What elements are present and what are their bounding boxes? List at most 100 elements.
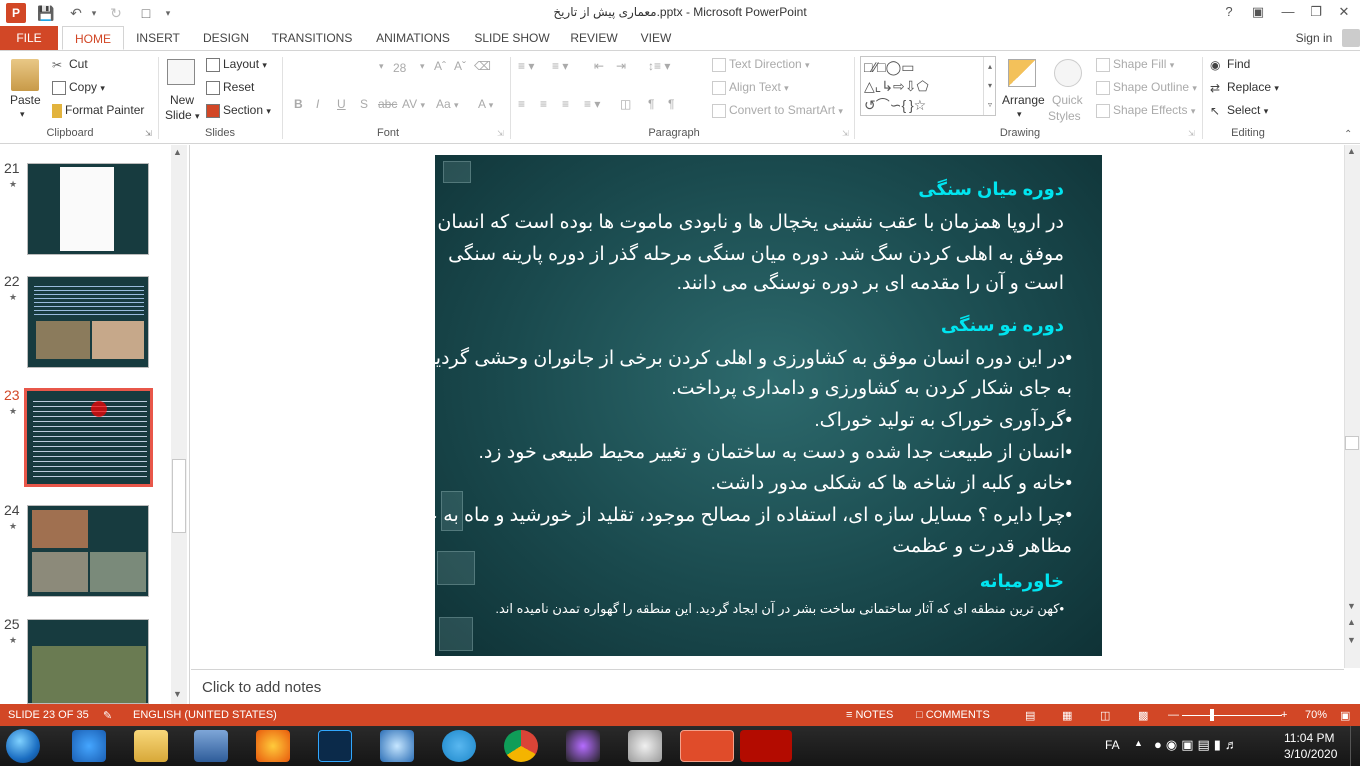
- help-button[interactable]: ?: [1217, 2, 1241, 22]
- numbering-icon[interactable]: ≡ ▾: [552, 59, 568, 73]
- underline-button[interactable]: U: [337, 97, 346, 111]
- justify-icon[interactable]: ≡ ▾: [584, 97, 600, 111]
- bullets-icon[interactable]: ≡ ▾: [518, 59, 534, 73]
- paste-icon[interactable]: [11, 59, 39, 91]
- powerpoint-taskbar-icon[interactable]: [680, 730, 734, 762]
- user-avatar-icon[interactable]: [1342, 29, 1360, 47]
- shapes-gallery[interactable]: □∕∕□◯▭ △⌞↳⇨⇩⬠ ↺⌒∽{ }☆ ▴ ▾ ▿: [860, 56, 996, 116]
- italic-button[interactable]: I: [316, 97, 319, 111]
- columns-icon[interactable]: ◫: [620, 97, 631, 111]
- heading-neolithic[interactable]: دوره نو سنگی: [941, 315, 1064, 336]
- zoom-slider-track[interactable]: [1182, 715, 1282, 716]
- align-text-button[interactable]: Align Text ▾: [712, 80, 789, 95]
- language-indicator[interactable]: ENGLISH (UNITED STATES): [133, 709, 277, 721]
- ribbon-display-options-icon[interactable]: ▣: [1246, 2, 1270, 22]
- normal-view-icon[interactable]: ▤: [1025, 709, 1035, 722]
- minimize-button[interactable]: —: [1276, 2, 1300, 22]
- sign-in-link[interactable]: Sign in: [1286, 26, 1342, 50]
- slide-thumbnail-25[interactable]: [27, 619, 149, 704]
- clipboard-launcher-icon[interactable]: ⇲: [145, 129, 152, 138]
- replace-button[interactable]: ⇄ Replace ▾: [1210, 80, 1279, 95]
- slide-show-icon[interactable]: ▩: [1138, 709, 1148, 722]
- tab-view[interactable]: VIEW: [636, 26, 676, 50]
- comments-button[interactable]: □ COMMENTS: [916, 709, 990, 721]
- heading-mesolithic[interactable]: دوره میان سنگی: [918, 179, 1064, 200]
- section-button[interactable]: Section ▾: [206, 103, 271, 118]
- font-launcher-icon[interactable]: ⇲: [497, 129, 504, 138]
- copy-button[interactable]: Copy ▾: [52, 80, 105, 95]
- increase-indent-icon[interactable]: ⇥: [616, 59, 626, 73]
- new-slide-label-1[interactable]: New: [170, 93, 194, 107]
- font-size-dropdown-icon-2[interactable]: ▾: [420, 61, 425, 72]
- slide-thumbnail-21[interactable]: [27, 163, 149, 255]
- tab-design[interactable]: DESIGN: [198, 26, 254, 50]
- show-hidden-icons-icon[interactable]: ▲: [1134, 738, 1143, 748]
- tab-home[interactable]: HOME: [62, 26, 124, 50]
- change-case-button[interactable]: Aa ▾: [436, 97, 459, 111]
- quick-styles-label-2[interactable]: Styles: [1048, 109, 1081, 123]
- heading-middle-east[interactable]: خاورمیانه: [980, 571, 1064, 592]
- character-spacing-button[interactable]: AV ▾: [402, 97, 425, 111]
- chrome-icon[interactable]: [504, 730, 538, 762]
- quick-styles-icon[interactable]: [1054, 59, 1082, 87]
- font-size-dropdown-icon[interactable]: ▾: [379, 61, 384, 72]
- zoom-slider-thumb[interactable]: [1210, 709, 1214, 721]
- layout-button[interactable]: Layout ▾: [206, 57, 267, 72]
- close-button[interactable]: ✕: [1332, 2, 1356, 22]
- shape-effects-button[interactable]: Shape Effects ▾: [1096, 103, 1195, 118]
- tab-slide-show[interactable]: SLIDE SHOW: [472, 26, 552, 50]
- slide-counter[interactable]: SLIDE 23 OF 35: [8, 709, 89, 721]
- collapse-ribbon-icon[interactable]: ⌃: [1344, 129, 1352, 140]
- tab-file[interactable]: FILE: [0, 26, 58, 50]
- slide-sorter-icon[interactable]: ▦: [1062, 709, 1072, 722]
- zoom-in-icon[interactable]: +: [1281, 709, 1287, 721]
- format-painter-button[interactable]: Format Painter: [52, 103, 144, 118]
- notes-placeholder[interactable]: Click to add notes: [202, 679, 321, 696]
- shape-outline-button[interactable]: Shape Outline ▾: [1096, 80, 1197, 95]
- decrease-indent-icon[interactable]: ⇤: [594, 59, 604, 73]
- gallery-scroll[interactable]: ▴ ▾ ▿: [983, 57, 996, 115]
- clock-time[interactable]: 11:04 PM: [1284, 731, 1334, 745]
- acrobat-icon[interactable]: [740, 730, 792, 762]
- grow-font-icon[interactable]: Aˆ: [434, 59, 446, 73]
- align-center-icon[interactable]: ≡: [540, 97, 547, 111]
- fit-to-window-icon[interactable]: ▣: [1340, 709, 1350, 722]
- slide-thumbnail-23[interactable]: [24, 388, 153, 487]
- thumbnail-scrollbar[interactable]: [171, 145, 187, 704]
- bold-button[interactable]: B: [294, 97, 303, 111]
- previous-slide-icon[interactable]: ▲: [1347, 617, 1356, 627]
- align-left-icon[interactable]: ≡: [518, 97, 525, 111]
- quick-styles-label-1[interactable]: Quick: [1052, 93, 1083, 107]
- arrange-button[interactable]: Arrange: [1002, 93, 1045, 107]
- slide-thumbnail-24[interactable]: [27, 505, 149, 597]
- arrange-icon[interactable]: [1008, 59, 1036, 87]
- font-size-combobox[interactable]: 28: [393, 61, 406, 75]
- photoshop-icon[interactable]: [318, 730, 352, 762]
- drawing-launcher-icon[interactable]: ⇲: [1188, 129, 1195, 138]
- select-button[interactable]: ↖ Select ▾: [1210, 103, 1268, 118]
- restore-button[interactable]: ❐: [1304, 2, 1328, 22]
- show-desktop-button[interactable]: [1350, 726, 1360, 766]
- media-app-icon[interactable]: [566, 730, 600, 762]
- new-slide-icon[interactable]: [167, 59, 195, 85]
- spell-check-icon[interactable]: ✎: [103, 709, 112, 722]
- tab-insert[interactable]: INSERT: [132, 26, 184, 50]
- main-scroll-up-icon[interactable]: ▲: [1347, 146, 1356, 156]
- tab-review[interactable]: REVIEW: [566, 26, 622, 50]
- notes-button[interactable]: ≡ NOTES: [846, 709, 893, 721]
- reading-view-icon[interactable]: ◫: [1100, 709, 1110, 722]
- main-scrollbar[interactable]: [1344, 145, 1360, 668]
- main-scroll-thumb[interactable]: [1345, 436, 1359, 450]
- text-direction-button[interactable]: Text Direction ▾: [712, 57, 810, 72]
- tray-icons[interactable]: ●◉▣▤▮♬: [1154, 737, 1242, 753]
- find-button[interactable]: ◉ Find: [1210, 57, 1250, 72]
- shadow-button[interactable]: S: [360, 97, 368, 111]
- firefox-icon[interactable]: [256, 730, 290, 762]
- align-right-icon[interactable]: ≡: [562, 97, 569, 111]
- thumbnail-scroll-thumb[interactable]: [172, 459, 186, 533]
- current-slide[interactable]: دوره میان سنگی در اروپا همزمان با عقب نش…: [435, 155, 1102, 656]
- tab-transitions[interactable]: TRANSITIONS: [268, 26, 356, 50]
- notes-pane[interactable]: Click to add notes: [191, 669, 1344, 704]
- thumbnail-scroll-up-icon[interactable]: ▲: [173, 147, 182, 157]
- convert-smartart-button[interactable]: Convert to SmartArt ▾: [712, 103, 843, 118]
